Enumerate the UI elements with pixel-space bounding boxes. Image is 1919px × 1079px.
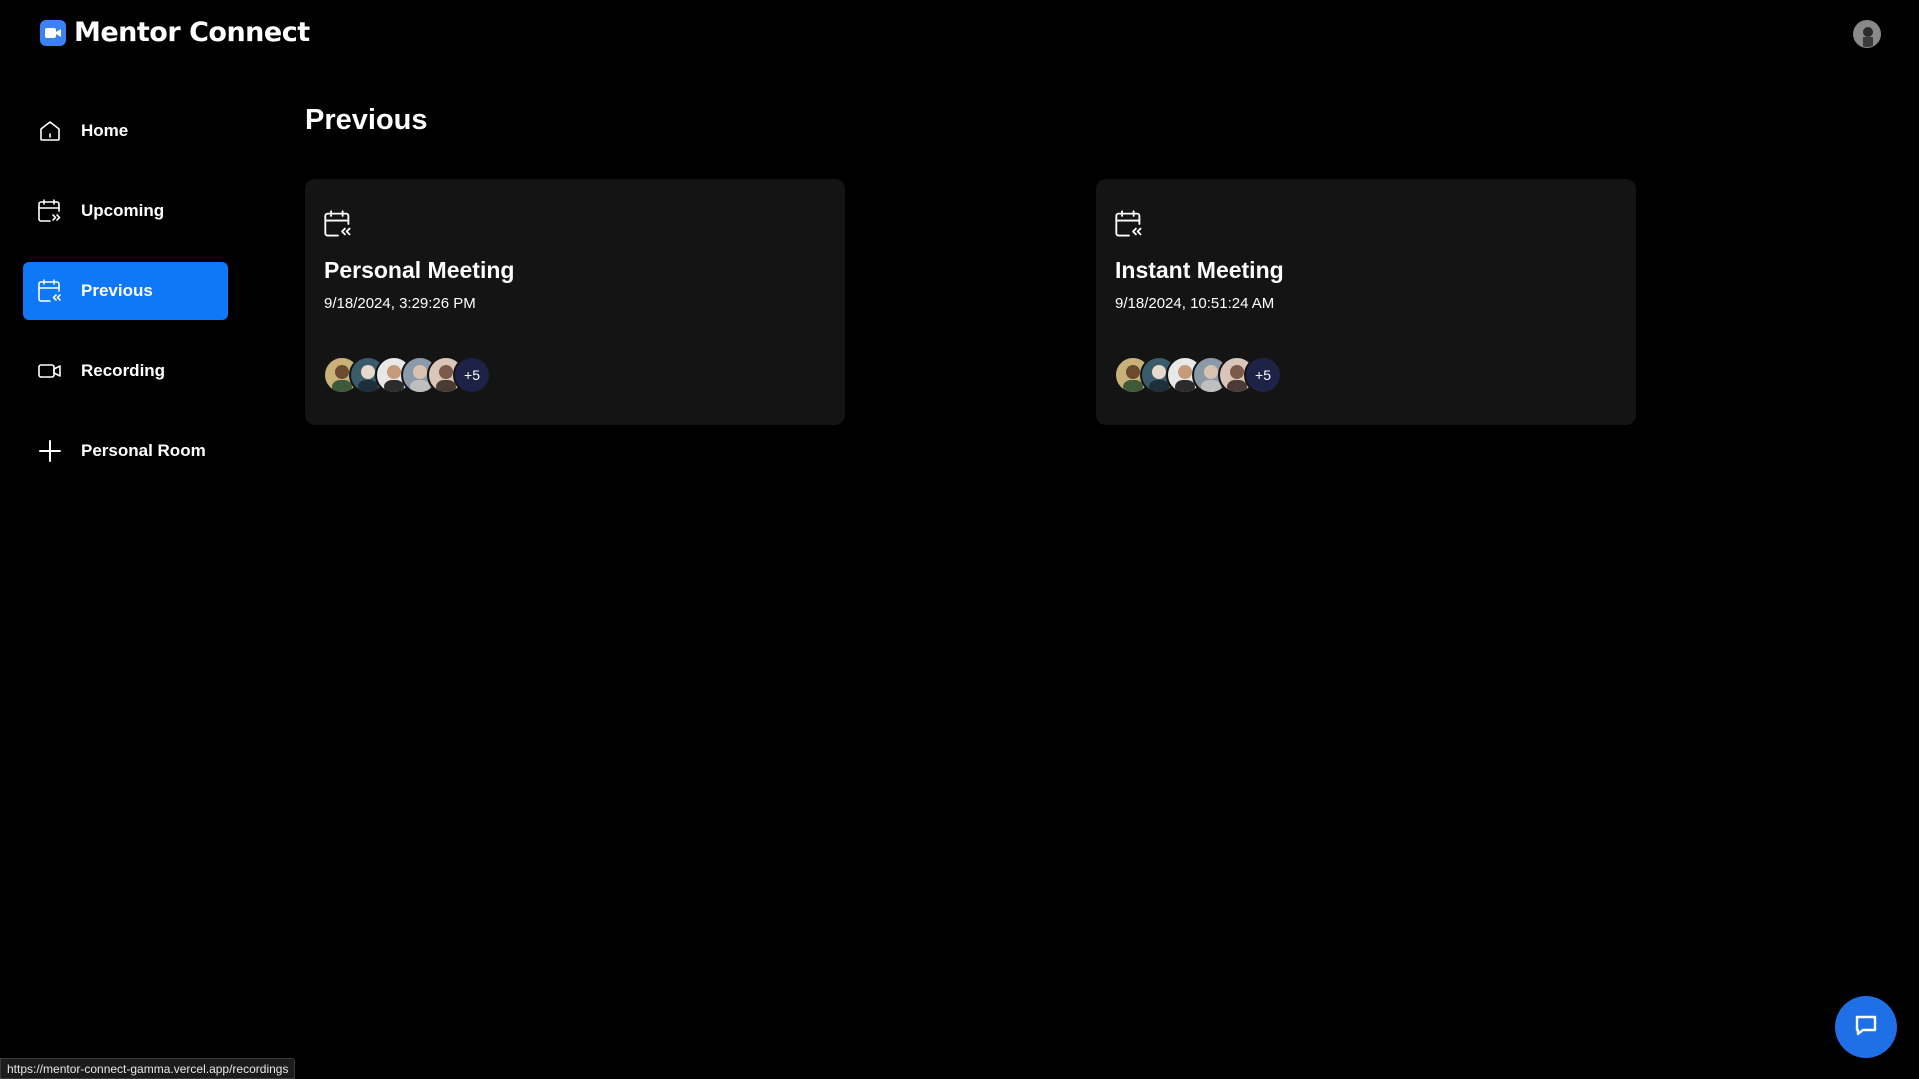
meeting-time: 9/18/2024, 10:51:24 AM — [1115, 295, 1275, 312]
sidebar-item-label: Home — [81, 121, 129, 140]
meeting-time: 9/18/2024, 3:29:26 PM — [324, 295, 476, 312]
calendar-forward-icon — [37, 198, 63, 224]
video-icon — [37, 358, 63, 384]
plus-icon — [37, 438, 63, 464]
home-icon — [37, 118, 63, 144]
sidebar-item-label: Upcoming — [81, 201, 165, 220]
meeting-card[interactable]: Instant Meeting 9/18/2024, 10:51:24 AM +… — [1096, 179, 1636, 425]
video-camera-logo-icon — [40, 19, 66, 46]
sidebar-item-upcoming[interactable]: Upcoming — [23, 182, 228, 240]
more-participants-badge: +5 — [1244, 356, 1282, 394]
sidebar: Home Upcoming Previous Recording Persona… — [23, 102, 228, 502]
main-content: Previous — [305, 104, 428, 137]
participant-avatars: +5 — [1114, 356, 1282, 394]
sidebar-item-previous[interactable]: Previous — [23, 262, 228, 320]
page-title: Previous — [305, 104, 428, 136]
status-bar-url: https://mentor-connect-gamma.vercel.app/… — [0, 1058, 296, 1079]
brand[interactable]: Mentor Connect — [40, 17, 310, 48]
calendar-back-icon — [1114, 209, 1144, 239]
chat-button[interactable] — [1835, 996, 1897, 1058]
sidebar-item-label: Recording — [81, 361, 166, 380]
user-avatar[interactable] — [1853, 20, 1881, 48]
chat-bubble-icon — [1852, 1011, 1880, 1044]
sidebar-item-recording[interactable]: Recording — [23, 342, 228, 400]
participant-avatars: +5 — [323, 356, 491, 394]
sidebar-item-label: Personal Room — [81, 441, 206, 460]
calendar-back-icon — [37, 278, 63, 304]
more-participants-badge: +5 — [453, 356, 491, 394]
sidebar-item-label: Previous — [81, 281, 153, 300]
sidebar-item-personal-room[interactable]: Personal Room — [23, 422, 228, 480]
app-name: Mentor Connect — [74, 17, 310, 48]
meeting-card[interactable]: Personal Meeting 9/18/2024, 3:29:26 PM +… — [305, 179, 845, 425]
app-root: Mentor Connect Home Upcoming Previous Re… — [0, 0, 1919, 1079]
sidebar-item-home[interactable]: Home — [23, 102, 228, 160]
calendar-back-icon — [323, 209, 353, 239]
meeting-title: Instant Meeting — [1115, 257, 1284, 283]
top-bar: Mentor Connect — [0, 0, 1919, 68]
meeting-title: Personal Meeting — [324, 257, 515, 283]
